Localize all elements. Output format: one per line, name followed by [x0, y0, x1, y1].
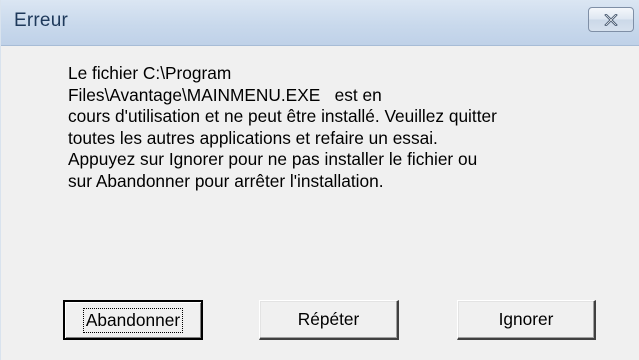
ignore-button-label: Ignorer [498, 309, 554, 329]
error-message: Le fichier C:\Program Files\Avantage\MAI… [68, 63, 628, 192]
retry-button[interactable]: Répéter [259, 300, 399, 340]
abandon-button[interactable]: Abandonner [63, 300, 203, 340]
abandon-button-label: Abandonner [82, 307, 184, 333]
message-line: toutes les autres applications et refair… [68, 127, 438, 148]
ignore-button[interactable]: Ignorer [457, 300, 596, 340]
message-line: cours d'utilisation et ne peut être inst… [68, 106, 497, 126]
title-bar[interactable]: Erreur [1, 0, 639, 46]
message-line: sur Abandonner pour arrêter l'installati… [68, 170, 384, 191]
close-button[interactable] [588, 7, 634, 32]
retry-button-label: Répéter [297, 309, 360, 329]
message-line: Le fichier C:\Program [68, 63, 232, 83]
close-x-icon [604, 13, 618, 26]
message-line: Appuyez sur Ignorer pour ne pas installe… [68, 149, 478, 169]
error-dialog: Erreur Le fichier C:\Program Files\Avant… [0, 0, 639, 360]
message-line: Files\Avantage\MAINMENU.EXE est en [68, 84, 382, 105]
window-title: Erreur [14, 10, 68, 31]
